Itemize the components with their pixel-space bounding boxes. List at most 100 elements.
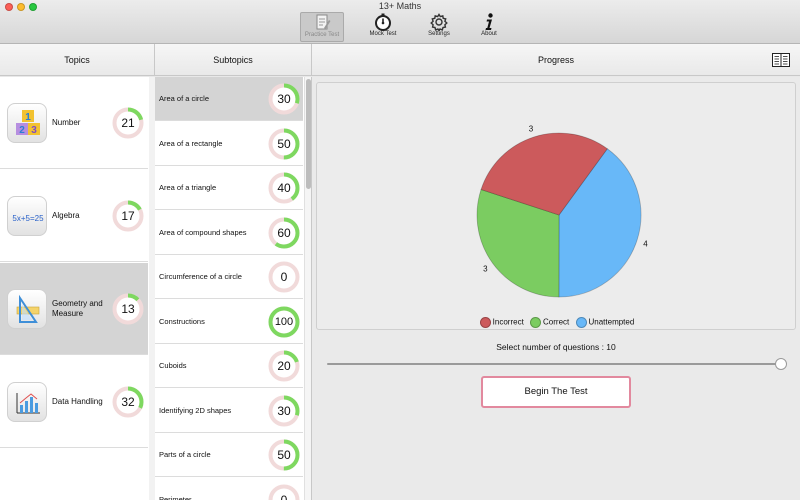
topic-label: Geometry and Measure [52,299,103,318]
progress-ring-value: 13 [121,302,135,316]
progress-ring-value: 100 [274,315,294,328]
topic-item-algebra[interactable]: 5x+5=25 Algebra 17 [0,170,148,262]
legend-item-unattempted: Unattempted [575,317,634,328]
topics-list: 1 2 3 Number 21 5x+5=25 Algebra 17 Geome… [0,77,155,500]
gear-icon [430,13,448,31]
progress-ring: 17 [112,200,144,232]
subtopic-label: Perimeter [159,494,192,500]
progress-ring-value: 50 [277,448,291,462]
subtopic-item[interactable]: Identifying 2D shapes 30 [155,389,303,433]
progress-ring-value: 30 [277,403,291,418]
subtopic-item[interactable]: Parts of a circle 50 [155,433,303,477]
pie-label-correct: 3 [483,264,488,273]
subtopic-label: Area of a rectangle [159,138,223,148]
toolbar-settings-label: Settings [428,31,450,37]
legend-swatch-correct [530,317,542,328]
algebra-icon-text: 5x+5=25 [12,214,44,223]
info-icon [485,13,493,30]
toolbar-about-button[interactable]: About [467,12,511,42]
progress-ring: 21 [112,107,144,139]
svg-text:1: 1 [25,112,31,123]
topic-label: Number [52,118,81,127]
toolbar-mock-test-label: Mock Test [369,31,397,37]
subtopic-item[interactable]: Area of a circle 30 [155,77,303,121]
geometry-ruler-icon [7,289,47,329]
progress-ring-value: 21 [121,116,135,130]
toolbar-practice-test-label: Practice Test [304,32,340,38]
begin-test-button[interactable]: Begin The Test [481,376,631,408]
window-title: 13+ Maths [378,1,422,11]
pie-chart: 4 3 3 [476,124,648,298]
progress-header: Progress [312,44,800,76]
progress-ring: 40 [268,172,300,204]
subtopic-label: Area of a circle [159,94,210,103]
subtopic-label: Area of compound shapes [159,227,247,237]
subtopic-item[interactable]: Area of compound shapes 60 [155,211,303,255]
progress-ring: 100 [268,306,300,338]
topics-header: Topics [0,44,155,76]
number-blocks-icon: 1 2 3 [7,103,47,143]
progress-ring: 32 [112,386,144,418]
pie-chart-container: 4 3 3 Incorrect Correct Unattempted [316,82,796,330]
toolbar-mock-test-button[interactable]: Mock Test [361,12,405,42]
subtopic-item[interactable]: Area of a triangle 40 [155,166,303,210]
progress-ring-value: 40 [277,181,291,195]
question-count-slider[interactable] [327,363,781,365]
subtopic-item[interactable]: Cuboids 20 [155,344,303,388]
algebra-equation-icon: 5x+5=25 [7,196,47,236]
chart-legend: Incorrect Correct Unattempted [317,317,797,329]
topic-item-number[interactable]: 1 2 3 Number 21 [0,77,148,169]
question-count-label: Select number of questions : 10 [496,342,616,352]
subtopics-scrollbar[interactable] [304,77,311,500]
svg-text:3: 3 [31,125,37,136]
progress-ring-value: 50 [277,136,291,151]
subtopic-label: Identifying 2D shapes [159,405,232,415]
progress-ring-value: 20 [277,359,291,373]
progress-ring-value: 30 [277,92,291,106]
progress-ring-value: 60 [277,225,291,240]
stopwatch-icon [375,13,391,31]
topic-item-data-handling[interactable]: Data Handling 32 [0,356,148,448]
bar-chart-icon [7,382,47,422]
progress-ring: 50 [268,439,300,471]
legend-swatch-incorrect [479,317,491,328]
topic-item-geometry-and-measure[interactable]: Geometry and Measure 13 [0,263,148,355]
legend-item-incorrect: Incorrect [479,317,524,328]
progress-ring: 60 [268,217,300,249]
svg-text:2: 2 [19,125,25,136]
progress-panel: 4 3 3 Incorrect Correct Unattempted Select… [312,77,800,500]
subtopic-label: Parts of a circle [159,450,211,459]
progress-ring-value: 0 [280,492,288,500]
legend-item-correct: Correct [530,317,569,328]
progress-ring: 0 [268,261,300,293]
book-icon[interactable] [772,53,790,67]
subtopics-list: Area of a circle 30 Area of a rectangle 50 A… [155,77,312,500]
subtopic-item[interactable]: Area of a rectangle 50 [155,122,303,166]
legend-swatch-unattempted [575,317,587,328]
pie-label-unattempted: 4 [643,239,648,248]
subtopics-scrollbar-thumb[interactable] [306,79,311,189]
window-toolbar: 13+ Maths Practice Test Mock Test Settin… [0,0,800,44]
question-count-slider-knob[interactable] [775,358,787,370]
progress-ring-value: 17 [121,209,135,223]
legend-label-incorrect: Incorrect [492,317,524,327]
progress-ring-value: 32 [121,395,135,409]
subtopic-item[interactable]: Perimeter 0 [155,478,303,500]
pie-label-incorrect: 3 [529,124,534,133]
topic-label: Algebra [52,211,80,220]
subtopic-item[interactable]: Circumference of a circle 0 [155,255,303,299]
progress-header-title: Progress [537,55,574,65]
progress-ring: 0 [268,484,300,500]
subtopic-label: Circumference of a circle [159,272,242,281]
subtopic-item[interactable]: Constructions 100 [155,300,303,344]
toolbar-settings-button[interactable]: Settings [417,12,461,42]
subtopic-label: Area of a triangle [159,183,217,192]
progress-ring: 30 [268,395,300,427]
progress-ring: 30 [268,83,300,115]
subtopics-header: Subtopics [155,44,312,76]
practice-test-icon [316,14,331,30]
legend-label-correct: Correct [543,317,570,327]
toolbar-practice-test-button[interactable]: Practice Test [300,12,344,42]
subtopic-label: Cuboids [159,361,187,370]
topic-label: Data Handling [52,397,103,406]
